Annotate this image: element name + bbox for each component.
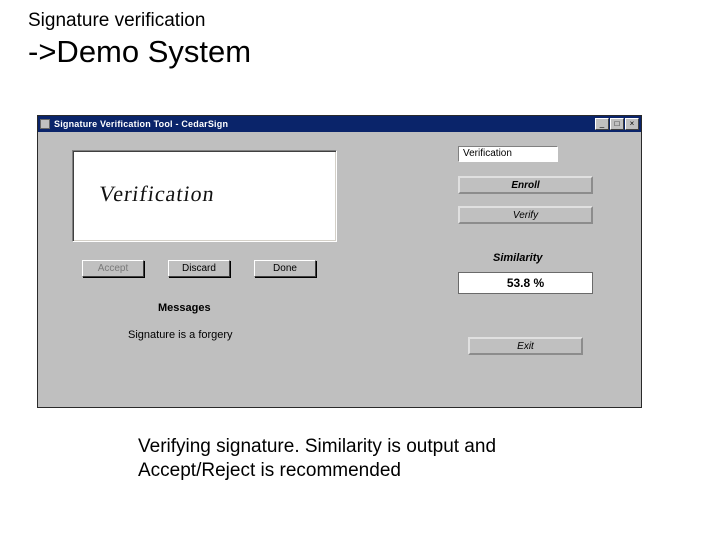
slide-overtitle: Signature verification — [28, 10, 692, 32]
similarity-value: 53.8 % — [458, 272, 593, 294]
signature-content: Verification — [97, 181, 217, 207]
titlebar[interactable]: Signature Verification Tool - CedarSign … — [38, 116, 641, 132]
verification-label-box: Verification — [458, 146, 558, 162]
exit-button[interactable]: Exit — [468, 337, 583, 355]
discard-button[interactable]: Discard — [168, 260, 230, 277]
window-client-area: Verification Accept Discard Done Message… — [38, 132, 641, 407]
enroll-button[interactable]: Enroll — [458, 176, 593, 194]
app-icon — [40, 119, 50, 129]
window-title: Signature Verification Tool - CedarSign — [54, 119, 228, 129]
close-button[interactable]: × — [625, 118, 639, 130]
app-window: Signature Verification Tool - CedarSign … — [37, 115, 642, 408]
verify-button[interactable]: Verify — [458, 206, 593, 224]
messages-body: Signature is a forgery — [128, 329, 233, 341]
minimize-button[interactable]: _ — [595, 118, 609, 130]
done-button[interactable]: Done — [254, 260, 316, 277]
slide: Signature verification ->Demo System Sig… — [0, 0, 720, 540]
similarity-label: Similarity — [493, 252, 543, 264]
slide-caption: Verifying signature. Similarity is outpu… — [138, 435, 578, 483]
slide-title: ->Demo System — [28, 34, 692, 70]
maximize-button[interactable]: □ — [610, 118, 624, 130]
signature-panel[interactable]: Verification — [72, 150, 337, 242]
messages-header: Messages — [158, 302, 211, 314]
accept-button[interactable]: Accept — [82, 260, 144, 277]
